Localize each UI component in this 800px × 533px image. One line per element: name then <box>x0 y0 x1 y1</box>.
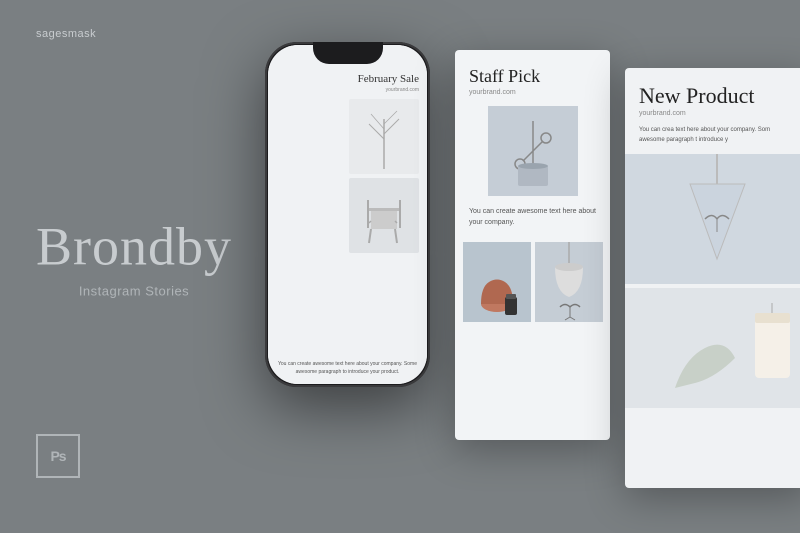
phone-top-image <box>349 99 419 174</box>
phone-bottom-image <box>349 178 419 253</box>
story-card-new-product: New Product yourbrand.com You can crea t… <box>625 68 800 488</box>
sc2-url: yourbrand.com <box>639 110 796 117</box>
phone-screen: February Sale yourbrand.com <box>268 45 427 384</box>
sc1-top-image <box>488 106 578 196</box>
sc1-header: Staff Pick yourbrand.com <box>455 50 610 102</box>
sc1-text: You can create awesome text here about y… <box>455 196 610 238</box>
phone-story-title: February Sale <box>358 73 419 85</box>
sc2-title: New Product <box>639 84 796 108</box>
phone-text-block: You can create awesome text here about y… <box>276 361 419 376</box>
sc1-bottom-left-image <box>463 242 531 322</box>
subtitle: Instagram Stories <box>36 283 232 298</box>
phone-mockup: February Sale yourbrand.com <box>265 42 430 487</box>
sc2-text: You can crea text here about your compan… <box>625 121 800 153</box>
sc2-top-image <box>625 154 800 284</box>
phone-notch <box>313 42 383 64</box>
sc1-bottom-images <box>455 242 610 322</box>
phone-outer: February Sale yourbrand.com <box>265 42 430 387</box>
brand-label: sagesmask <box>36 28 96 40</box>
phone-screen-inner: February Sale yourbrand.com <box>268 45 427 384</box>
main-title: Brondby <box>36 219 232 273</box>
sc1-title: Staff Pick <box>469 66 596 87</box>
left-section: Brondby Instagram Stories <box>36 219 232 298</box>
sc2-header: New Product yourbrand.com <box>625 68 800 121</box>
ps-badge: Ps <box>36 434 80 478</box>
sc1-bottom-right-image <box>535 242 603 322</box>
sc2-bottom-image <box>625 288 800 408</box>
story-card-staff-pick: Staff Pick yourbrand.com You can create … <box>455 50 610 440</box>
phone-brand-url: yourbrand.com <box>386 87 419 93</box>
sc1-url: yourbrand.com <box>469 89 596 96</box>
